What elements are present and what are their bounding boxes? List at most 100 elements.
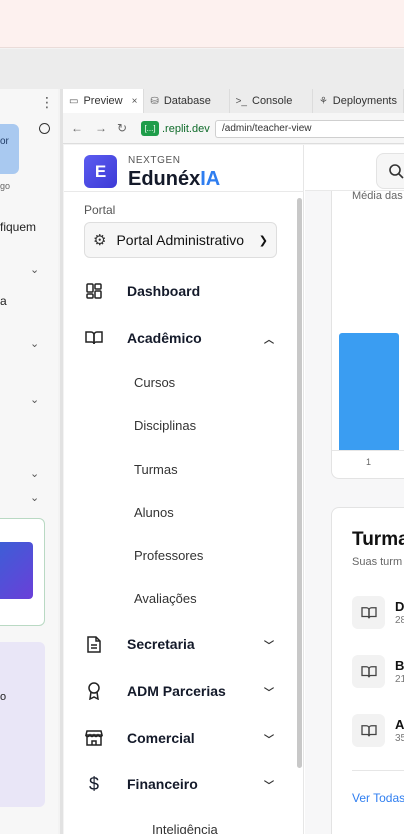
- progress-ring-icon: [39, 123, 50, 134]
- book-open-icon: [352, 714, 385, 747]
- classes-card: Turma Suas turm D 28 Ba 21 Al: [331, 507, 404, 834]
- reload-icon[interactable]: ↻: [117, 121, 127, 135]
- toolbar-area: [0, 49, 404, 89]
- nav-item-adm-parcerias[interactable]: ADM Parcerias ﹀: [84, 679, 274, 703]
- classes-card-subtitle: Suas turm: [352, 556, 403, 568]
- close-icon[interactable]: ×: [132, 96, 138, 107]
- nav-label: ADM Parcerias: [127, 683, 226, 699]
- divider: [64, 191, 304, 192]
- top-header: [305, 145, 404, 191]
- portal-label: Portal: [84, 203, 116, 217]
- course-meta: 35: [395, 733, 404, 744]
- search-icon: [389, 164, 404, 179]
- chevron-down-icon[interactable]: ⌄: [30, 393, 39, 406]
- nav-subitem-professores[interactable]: Professores: [134, 548, 203, 563]
- award-icon: [84, 682, 104, 700]
- nav-item-secretaria[interactable]: Secretaria ﹀: [84, 632, 274, 656]
- chart-card-subtitle: Média das: [352, 190, 403, 202]
- nav-label: Dashboard: [127, 283, 201, 299]
- divider: [352, 770, 404, 771]
- brand-tagline: NEXTGEN: [128, 155, 181, 166]
- domain-chip[interactable]: [...] .replit.dev: [141, 120, 210, 137]
- tab-label: Database: [163, 95, 211, 107]
- nav-item-comercial[interactable]: Comercial ﹀: [84, 726, 274, 750]
- chart-card: Média das 1: [331, 190, 404, 479]
- nav-subitem-turmas[interactable]: Turmas: [134, 462, 178, 477]
- left-pane: ⋮ or go fiquem ⌄ a ⌄ ⌄ ⌄ ⌄ o: [0, 89, 58, 834]
- chart-x-tick-label: 1: [366, 457, 372, 467]
- brand-name: EdunéxIA: [128, 168, 220, 191]
- store-icon: [84, 730, 104, 746]
- chevron-down-icon: ﹀: [264, 780, 274, 792]
- tab-preview[interactable]: ▭ Preview ×: [63, 89, 145, 113]
- left-text-3: o: [0, 691, 7, 703]
- left-card-text: or: [0, 136, 9, 147]
- database-icon: ⛁: [150, 95, 159, 107]
- list-item[interactable]: Al 35: [352, 714, 404, 748]
- top-banner: [0, 0, 404, 48]
- course-title: D: [395, 599, 404, 614]
- gear-icon: ⚙: [93, 232, 107, 249]
- chart-bar[interactable]: [339, 333, 399, 450]
- tab-deployments[interactable]: ⚘ Deployments: [313, 89, 404, 113]
- portal-select-value: Portal Administrativo: [116, 232, 245, 248]
- left-text-2: a: [0, 294, 7, 308]
- dashboard-grid-icon: [84, 283, 104, 299]
- tab-console[interactable]: >_ Console: [230, 89, 313, 113]
- url-path-input[interactable]: /admin/teacher-view: [215, 120, 404, 138]
- course-meta: 21: [395, 674, 404, 685]
- nav-label: Financeiro: [127, 776, 198, 792]
- portal-select[interactable]: ⚙ Portal Administrativo ❯: [84, 222, 277, 258]
- left-info-card: [0, 642, 45, 807]
- nav-subitem-cursos[interactable]: Cursos: [134, 375, 175, 390]
- nav-item-financeiro[interactable]: $ Financeiro ﹀: [84, 772, 274, 796]
- tab-bar: ▭ Preview × ⛁ Database >_ Console ⚘ Depl…: [63, 89, 404, 113]
- monitor-icon: ▭: [69, 95, 79, 107]
- nav-subitem-avaliacoes[interactable]: Avaliações: [134, 591, 197, 606]
- classes-card-title: Turma: [352, 529, 404, 550]
- back-arrow-icon[interactable]: ←: [71, 121, 83, 135]
- domain-text: .replit.dev: [162, 122, 210, 135]
- main-content: Média das 1 Turma Suas turm D 28 Ba 21: [305, 145, 404, 834]
- nav-subitem-alunos[interactable]: Alunos: [134, 505, 174, 520]
- replit-logo-icon: [...]: [141, 121, 159, 136]
- chevron-down-icon: ﹀: [264, 687, 274, 699]
- dollar-icon: $: [88, 773, 99, 794]
- left-card[interactable]: [0, 124, 19, 174]
- app-frame: E NEXTGEN EdunéxIA Portal ⚙ Portal Admin…: [64, 145, 404, 834]
- pane-divider[interactable]: [60, 89, 63, 834]
- nav-label: Secretaria: [127, 636, 195, 652]
- sidebar: E NEXTGEN EdunéxIA Portal ⚙ Portal Admin…: [64, 145, 304, 834]
- nav-label: Comercial: [127, 730, 195, 746]
- book-open-icon: [352, 655, 385, 688]
- search-button[interactable]: [376, 153, 404, 189]
- chevron-down-icon: ﹀: [264, 640, 274, 652]
- nav-item-academico[interactable]: Acadêmico ︿: [84, 326, 274, 350]
- left-timestamp: go: [0, 181, 11, 191]
- sidebar-scrollbar[interactable]: [297, 198, 302, 768]
- view-all-link[interactable]: Ver Todas: [352, 791, 404, 805]
- address-bar: ← → ↻ [...] .replit.dev /admin/teacher-v…: [63, 113, 404, 144]
- nav-item-dashboard[interactable]: Dashboard: [84, 279, 274, 303]
- preview-thumbnail: [0, 542, 33, 599]
- brand-name-accent: IA: [200, 168, 221, 190]
- tab-database[interactable]: ⛁ Database: [144, 89, 230, 113]
- chevron-down-icon: ❯: [258, 234, 268, 247]
- chevron-down-icon[interactable]: ⌄: [30, 491, 39, 504]
- nav-subitem-disciplinas[interactable]: Disciplinas: [134, 418, 196, 433]
- forward-arrow-icon[interactable]: →: [95, 121, 107, 135]
- more-options-icon[interactable]: ⋮: [40, 95, 54, 109]
- book-open-icon: [352, 596, 385, 629]
- left-text-1: fiquem: [0, 220, 37, 234]
- chevron-down-icon[interactable]: ⌄: [30, 263, 39, 276]
- deploy-icon: ⚘: [318, 95, 328, 107]
- tab-label: Console: [252, 95, 293, 107]
- brand-name-main: Edunéx: [128, 168, 201, 190]
- chevron-down-icon[interactable]: ⌄: [30, 337, 39, 350]
- terminal-icon: >_: [235, 95, 247, 107]
- chevron-down-icon[interactable]: ⌄: [30, 467, 39, 480]
- list-item[interactable]: D 28: [352, 596, 404, 630]
- list-item[interactable]: Ba 21: [352, 655, 404, 689]
- chevron-down-icon: ﹀: [264, 734, 274, 746]
- nav-item-inteligencia[interactable]: Inteligência: [152, 822, 218, 834]
